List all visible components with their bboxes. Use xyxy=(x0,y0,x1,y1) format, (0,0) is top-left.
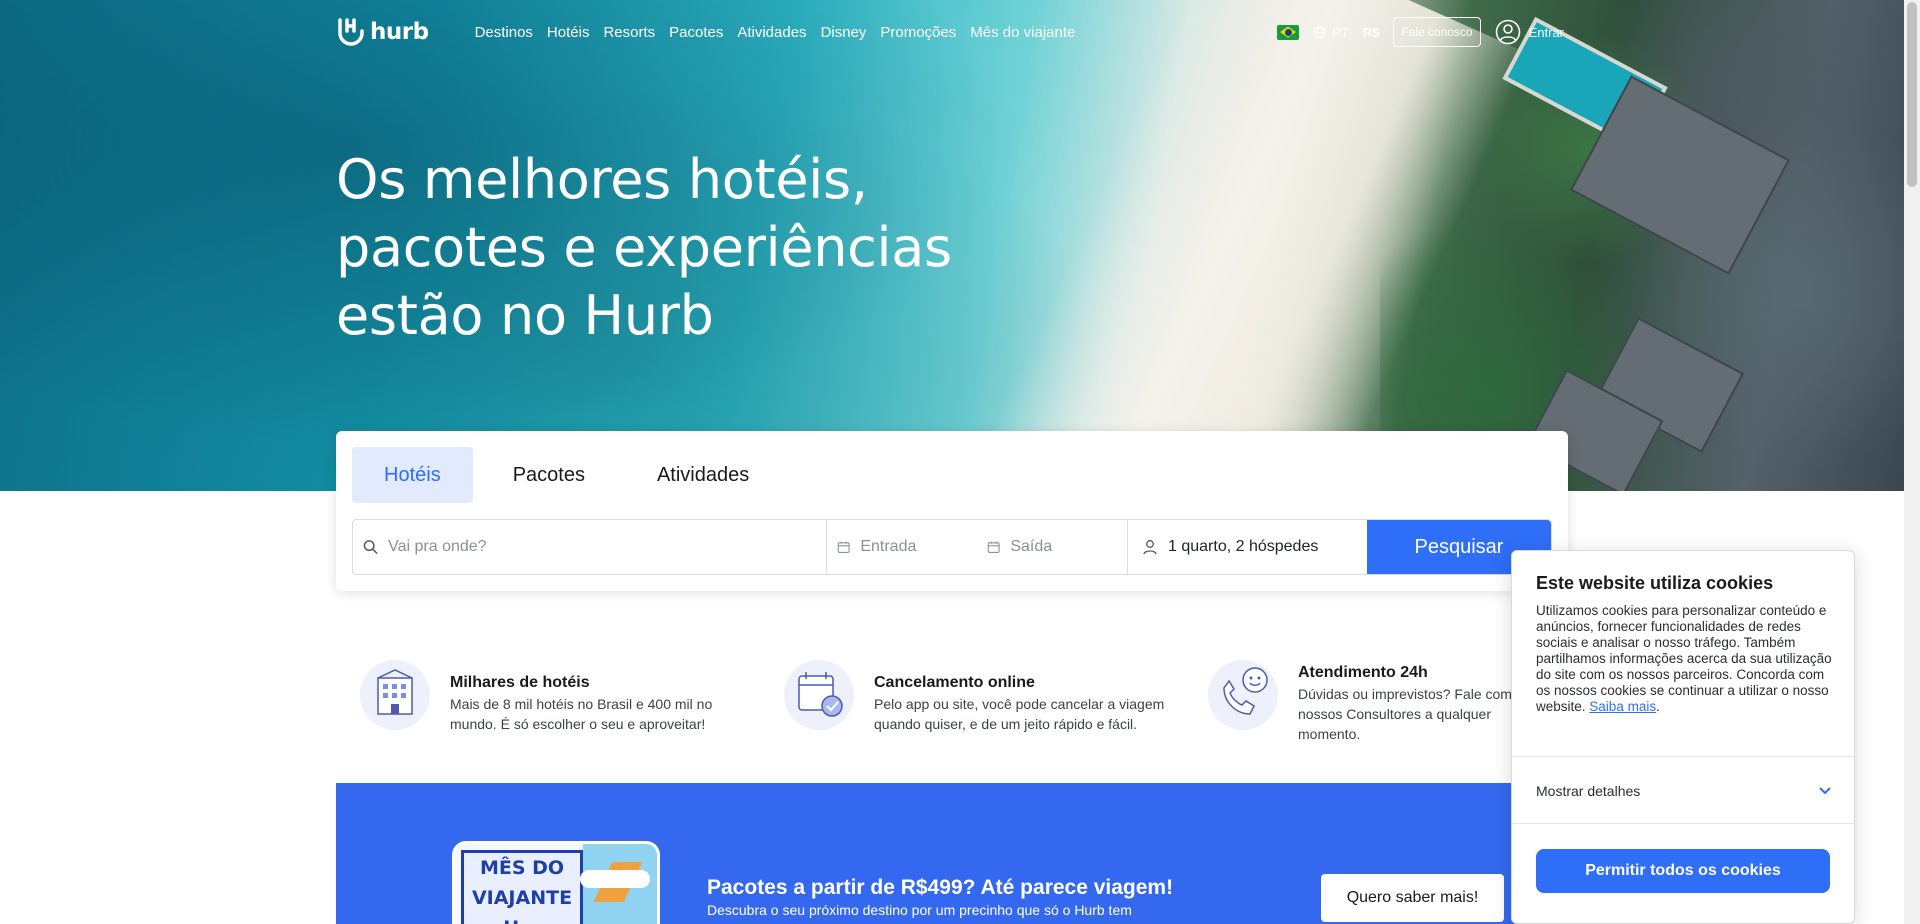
cookie-title: Este website utiliza cookies xyxy=(1536,573,1774,593)
feature-description: Pelo app ou site, você pode cancelar a v… xyxy=(874,696,1165,732)
feature-text: Milhares de hotéis Mais de 8 mil hotéis … xyxy=(450,660,730,734)
guests-selector[interactable]: 1 quarto, 2 hóspedes xyxy=(1127,520,1367,574)
logo-text: hurb xyxy=(370,19,429,45)
feature-title: Milhares de hotéis xyxy=(450,674,590,691)
brazil-flag-icon[interactable] xyxy=(1276,24,1299,40)
features-section: Milhares de hotéis Mais de 8 mil hotéis … xyxy=(360,660,1560,742)
divider xyxy=(1512,756,1854,757)
nav-link-resorts[interactable]: Resorts xyxy=(603,24,655,41)
nav-link-atividades[interactable]: Atividades xyxy=(737,24,806,41)
feature-item: Milhares de hotéis Mais de 8 mil hotéis … xyxy=(360,660,730,734)
language-selector[interactable]: PT xyxy=(1313,25,1349,40)
promo-art-text: MÊS DO xyxy=(479,857,565,879)
feature-title: Cancelamento online xyxy=(874,674,1035,691)
nav-links: Destinos Hotéis Resorts Pacotes Atividad… xyxy=(475,24,1076,41)
search-card: Hotéis Pacotes Atividades Vai pra onde? … xyxy=(336,431,1568,591)
promo-stamp: MÊS DO VIAJANTE H... xyxy=(461,850,583,924)
cookie-details-toggle[interactable]: Mostrar detalhes xyxy=(1536,783,1832,799)
feature-description: Mais de 8 mil hotéis no Brasil e 400 mil… xyxy=(450,696,713,732)
language-label: PT xyxy=(1331,24,1349,40)
promo-art-text: VIAJANTE xyxy=(471,887,573,909)
page-scrollbar[interactable] xyxy=(1904,0,1920,924)
cookie-text: Utilizamos cookies para personalizar con… xyxy=(1536,603,1832,714)
feature-description: Dúvidas ou imprevistos? Fale com nossos … xyxy=(1298,686,1512,742)
tab-hoteis[interactable]: Hotéis xyxy=(352,447,473,503)
feature-item: Cancelamento online Pelo app ou site, vo… xyxy=(784,660,1174,734)
nav-link-hoteis[interactable]: Hotéis xyxy=(547,24,590,41)
login-button[interactable]: Entrar xyxy=(1495,19,1564,45)
airplane-icon xyxy=(580,870,650,888)
phone-chat-icon xyxy=(1208,660,1278,730)
promo-illustration: MÊS DO VIAJANTE H... xyxy=(452,841,660,924)
person-icon xyxy=(1143,540,1157,555)
hero-headline: Os melhores hotéis, pacotes e experiênci… xyxy=(336,146,1036,350)
allow-all-cookies-button[interactable]: Permitir todos os cookies xyxy=(1536,849,1830,893)
headline-line: estão no Hurb xyxy=(336,284,714,347)
feature-item: Atendimento 24h Dúvidas ou imprevistos? … xyxy=(1208,660,1518,744)
checkout-field[interactable] xyxy=(977,520,1127,574)
feature-text: Atendimento 24h Dúvidas ou imprevistos? … xyxy=(1298,660,1518,744)
destination-input[interactable] xyxy=(388,538,826,556)
user-icon xyxy=(1495,19,1520,45)
checkin-field[interactable] xyxy=(827,520,977,574)
nav-link-pacotes[interactable]: Pacotes xyxy=(669,24,723,41)
feature-title: Atendimento 24h xyxy=(1298,664,1428,681)
promo-cta-button[interactable]: Quero saber mais! xyxy=(1321,874,1504,922)
calendar-icon xyxy=(837,541,850,553)
headline-line: Os melhores hotéis, xyxy=(336,148,868,211)
search-form: 1 quarto, 2 hóspedes Pesquisar xyxy=(352,519,1552,575)
destination-field[interactable] xyxy=(353,520,827,574)
promo-banner: MÊS DO VIAJANTE H... Pacotes a partir de… xyxy=(336,783,1568,924)
cookie-banner: Este website utiliza cookies Utilizamos … xyxy=(1511,550,1855,924)
cookie-learn-more-link[interactable]: Saiba mais xyxy=(1589,699,1656,714)
hurb-logo-icon xyxy=(338,18,364,46)
top-nav: hurb Destinos Hotéis Resorts Pacotes Ati… xyxy=(336,14,1564,50)
divider xyxy=(1512,823,1854,824)
cookie-body: Utilizamos cookies para personalizar con… xyxy=(1536,603,1832,714)
nav-link-destinos[interactable]: Destinos xyxy=(475,24,533,41)
search-icon xyxy=(363,540,378,554)
nav-link-mes-do-viajante[interactable]: Mês do viajante xyxy=(970,24,1075,41)
hotel-building-icon xyxy=(360,660,430,730)
search-tabs: Hotéis Pacotes Atividades xyxy=(352,447,781,503)
nav-link-disney[interactable]: Disney xyxy=(821,24,867,41)
guests-value: 1 quarto, 2 hóspedes xyxy=(1168,538,1319,555)
login-label: Entrar xyxy=(1528,24,1564,40)
tab-pacotes[interactable]: Pacotes xyxy=(481,447,617,503)
promo-title: Pacotes a partir de R$499? Até parece vi… xyxy=(707,876,1174,899)
calendar-icon xyxy=(987,541,1000,553)
logo[interactable]: hurb xyxy=(336,17,429,47)
contact-button[interactable]: Fale conosco xyxy=(1393,17,1481,47)
globe-icon xyxy=(1313,25,1326,39)
checkin-input[interactable] xyxy=(860,538,977,556)
scrollbar-thumb[interactable] xyxy=(1907,2,1917,187)
headline-line: pacotes e experiências xyxy=(336,216,952,279)
promo-art-text: H... xyxy=(464,913,580,924)
nav-link-promocoes[interactable]: Promoções xyxy=(880,24,956,41)
calendar-check-icon xyxy=(784,660,854,730)
checkout-input[interactable] xyxy=(1010,538,1127,556)
currency-selector[interactable]: R$ xyxy=(1363,25,1380,40)
tab-atividades[interactable]: Atividades xyxy=(625,447,781,503)
cookie-details-label: Mostrar detalhes xyxy=(1536,783,1641,799)
feature-text: Cancelamento online Pelo app ou site, vo… xyxy=(874,660,1174,734)
promo-subtitle: Descubra o seu próximo destino por um pr… xyxy=(707,902,1132,918)
nav-right: PT R$ Fale conosco Entrar xyxy=(1276,17,1564,47)
chevron-down-icon xyxy=(1819,787,1831,795)
